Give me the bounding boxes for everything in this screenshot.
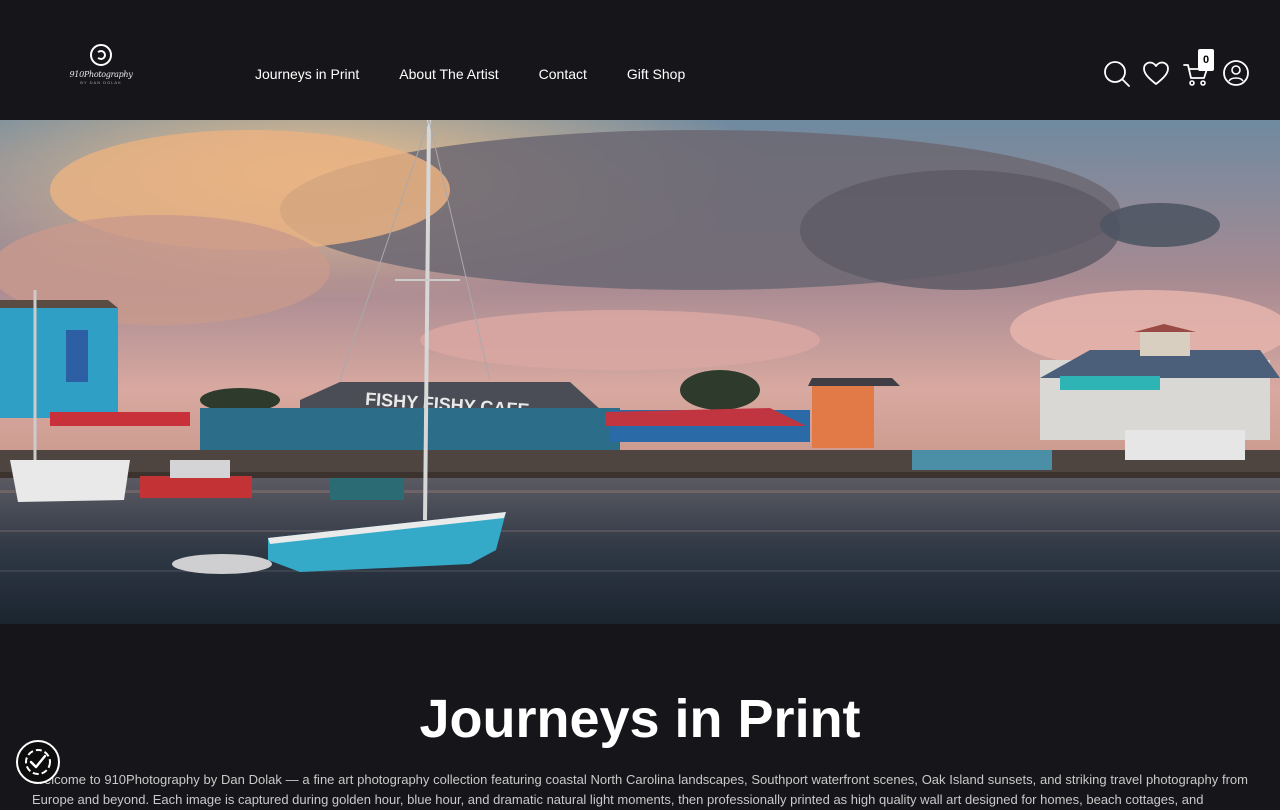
cookie-consent-button[interactable] <box>16 740 60 784</box>
nav-item-about-the-artist[interactable]: About The Artist <box>399 64 498 84</box>
cart-count-badge: 0 <box>1198 49 1214 71</box>
intro-paragraph: Welcome to 910Photography by Dan Dolak —… <box>32 772 1248 807</box>
nav-item-journeys-in-print[interactable]: Journeys in Print <box>255 64 359 84</box>
aperture-logo-icon <box>90 44 112 66</box>
user-icon[interactable] <box>1221 58 1251 88</box>
hero-image: FISHY FISHY CAFE <box>0 120 1280 624</box>
heart-icon[interactable] <box>1141 58 1171 88</box>
cookie-consent-icon <box>25 749 51 775</box>
site-logo[interactable]: 910Photography BY DAN DOLAK <box>66 44 136 96</box>
nav-item-contact[interactable]: Contact <box>539 64 587 84</box>
nav-item-gift-shop[interactable]: Gift Shop <box>627 64 685 84</box>
harbor-sunset-photo: FISHY FISHY CAFE <box>0 120 1280 624</box>
search-icon[interactable] <box>1101 58 1131 88</box>
site-header: 910Photography BY DAN DOLAK Journeys in … <box>0 0 1280 120</box>
logo-text: 910Photography <box>69 70 133 79</box>
page-title: Journeys in Print <box>419 689 861 749</box>
main-nav: Journeys in Print About The Artist Conta… <box>255 64 685 84</box>
logo-subtext: BY DAN DOLAK <box>80 80 122 85</box>
